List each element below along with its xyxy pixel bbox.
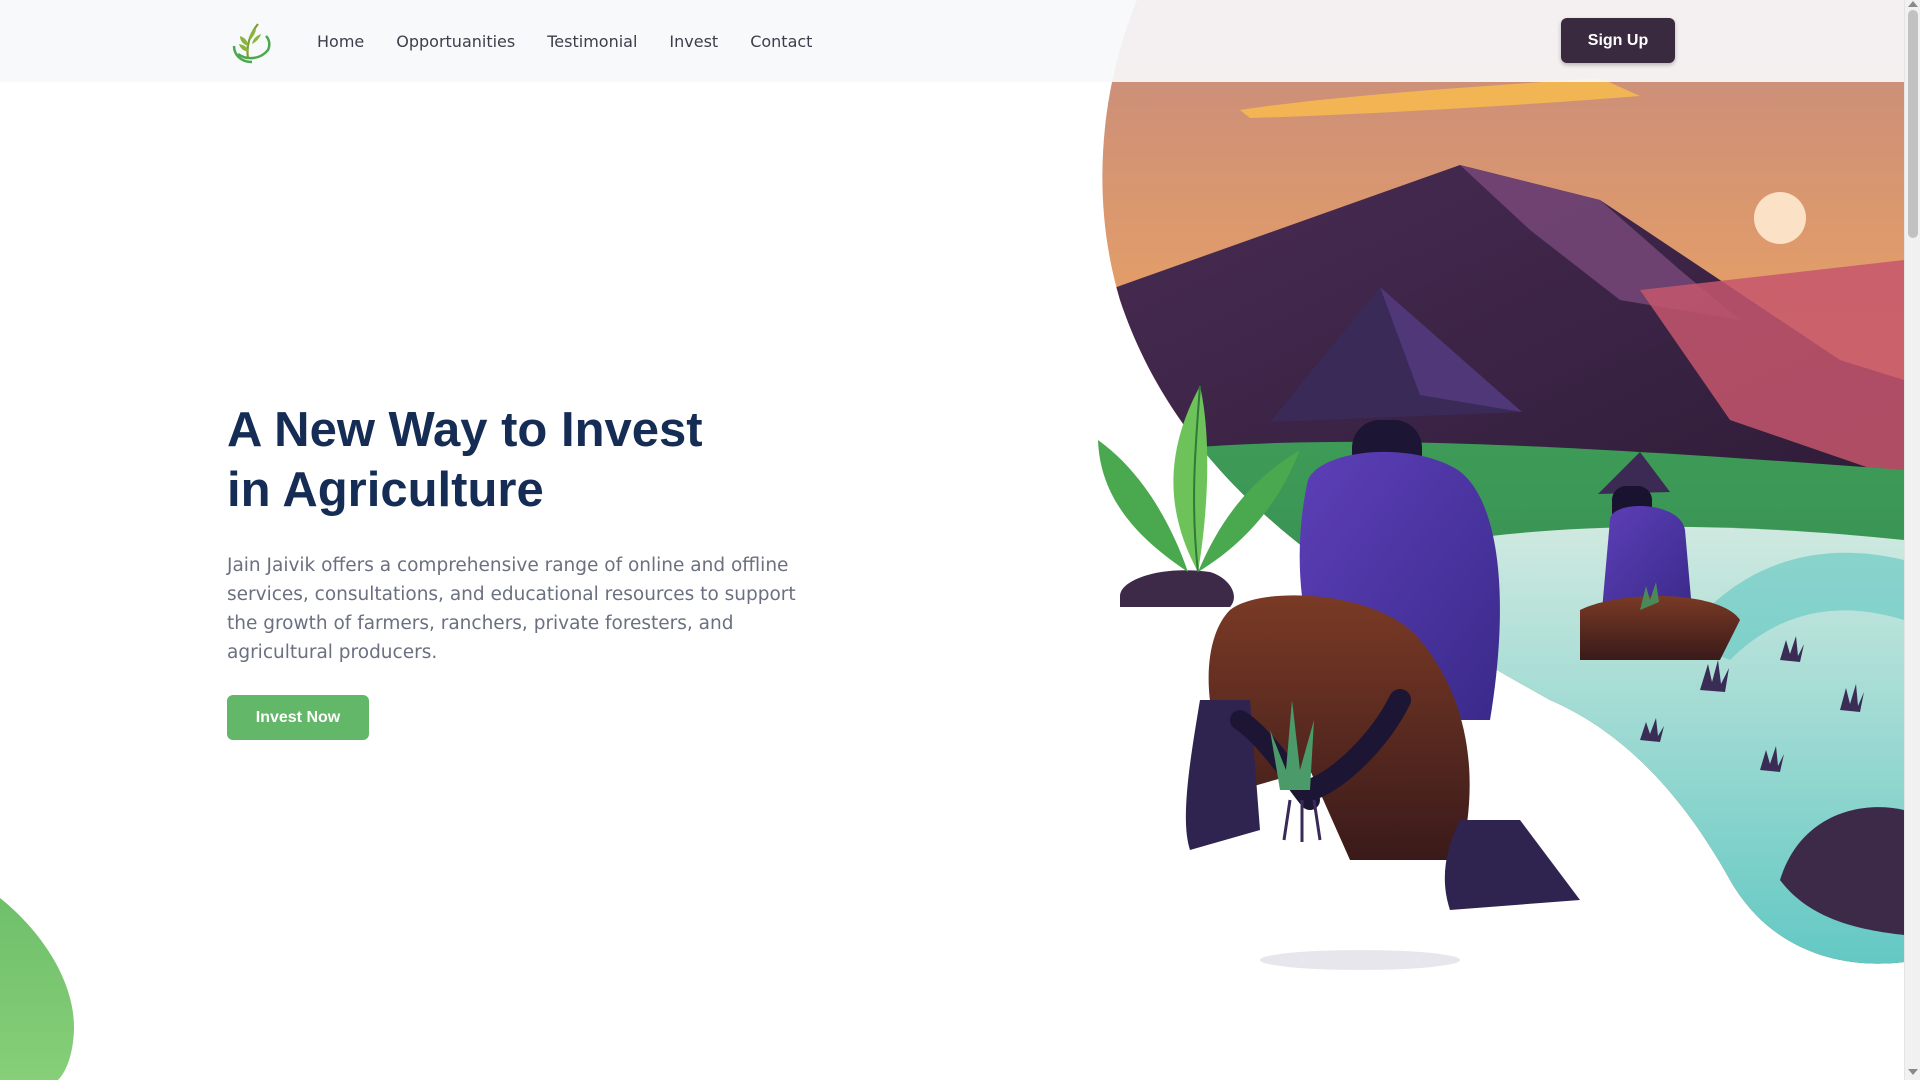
scroll-up-arrow-icon[interactable] — [1908, 1, 1918, 7]
page-scrollbar[interactable] — [1904, 0, 1920, 1080]
landing-page: Home Opportuanities Testimonial Invest C… — [0, 0, 1904, 1080]
hero-title-line-2: in Agriculture — [227, 463, 544, 517]
invest-now-button[interactable]: Invest Now — [227, 695, 369, 740]
nav-link-home[interactable]: Home — [317, 32, 364, 51]
nav-link-contact[interactable]: Contact — [750, 32, 812, 51]
wheat-leaf-logo-icon[interactable] — [228, 18, 276, 66]
nav-links: Home Opportuanities Testimonial Invest C… — [317, 0, 812, 82]
scroll-down-arrow-icon[interactable] — [1908, 1069, 1918, 1075]
hero-description: Jain Jaivik offers a comprehensive range… — [227, 555, 796, 663]
hero-title-line-1: A New Way to Invest — [227, 403, 703, 457]
nav-link-testimonial[interactable]: Testimonial — [547, 32, 637, 51]
nav-link-opportunities[interactable]: Opportuanities — [396, 32, 515, 51]
sign-up-button[interactable]: Sign Up — [1561, 18, 1675, 63]
leaf-decoration — [0, 898, 75, 1080]
scrollbar-thumb[interactable] — [1908, 10, 1918, 238]
nav-link-invest[interactable]: Invest — [669, 32, 718, 51]
farmers-planting-rice-illustration — [1098, 0, 1904, 970]
top-navbar: Home Opportuanities Testimonial Invest C… — [0, 0, 1904, 82]
hero-title: A New Way to Invest in Agriculture — [227, 400, 847, 520]
